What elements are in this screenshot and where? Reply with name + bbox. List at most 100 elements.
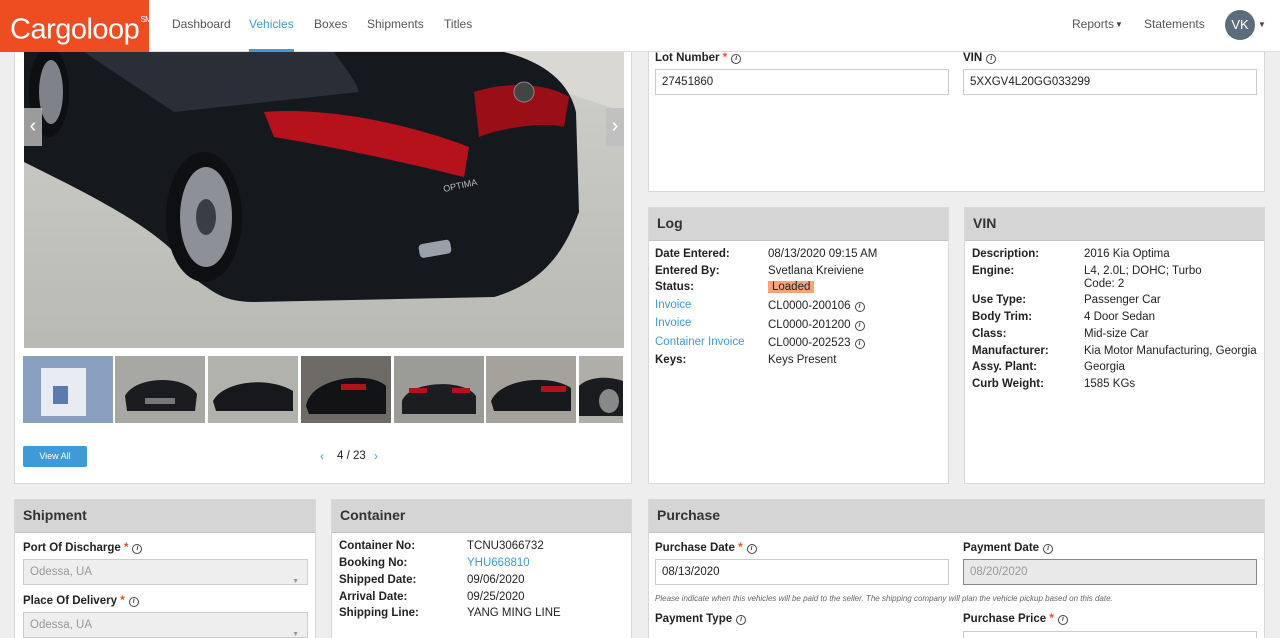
place-of-delivery-select[interactable]: Odessa, UA ▼: [23, 612, 308, 638]
arrival-date-label: Arrival Date:: [339, 591, 408, 603]
booking-no-label: Booking No:: [339, 557, 408, 569]
required-asterisk: *: [123, 542, 129, 554]
lot-number-label: Lot Number * i: [655, 52, 742, 64]
keys-label: Keys:: [655, 354, 687, 366]
container-panel-title: Container: [332, 500, 631, 533]
payment-date-help-text: Please indicate when this vehicles will …: [655, 594, 1113, 603]
reports-caret-icon[interactable]: ▼: [1115, 20, 1123, 29]
photo-thumbnail[interactable]: [394, 356, 484, 423]
shipping-line-label: Shipping Line:: [339, 607, 419, 619]
info-icon[interactable]: i: [854, 339, 865, 349]
cargoloop-logo[interactable]: CargoloopSM: [0, 0, 152, 52]
invoice-value-1: CL0000-200106 i: [768, 300, 865, 312]
invoice-link-1[interactable]: Invoice: [655, 299, 691, 311]
lot-number-input[interactable]: 27451860: [655, 69, 949, 95]
nav-vehicles[interactable]: Vehicles: [249, 0, 294, 52]
info-icon[interactable]: i: [128, 597, 139, 607]
container-no-value: TCNU3066732: [467, 540, 544, 552]
use-type-label: Use Type:: [972, 294, 1027, 306]
brand-name: Cargoloop: [10, 13, 140, 46]
photo-thumbnail[interactable]: [301, 356, 391, 423]
manufacturer-value: Kia Motor Manufacturing, Georgia: [1084, 345, 1257, 357]
nav-statements[interactable]: Statements: [1144, 0, 1205, 52]
purchase-date-input[interactable]: 08/13/2020: [655, 559, 949, 585]
place-of-delivery-label: Place Of Delivery * i: [23, 595, 139, 607]
info-icon[interactable]: i: [986, 54, 997, 64]
booking-no-link[interactable]: YHU668810: [467, 557, 530, 569]
dropdown-caret-icon: ▼: [292, 578, 299, 585]
next-page-chevron-icon[interactable]: ›: [374, 449, 378, 463]
payment-type-label-text: Payment Type: [655, 613, 733, 625]
invoice-link-2[interactable]: Invoice: [655, 317, 691, 329]
user-menu-caret-icon[interactable]: ▼: [1258, 20, 1266, 29]
log-panel-title: Log: [649, 208, 948, 241]
engine-value-line1: L4, 2.0L; DOHC; Turbo: [1084, 265, 1202, 277]
engine-label: Engine:: [972, 265, 1015, 277]
user-avatar[interactable]: VK: [1225, 10, 1255, 40]
purchase-price-input[interactable]: [963, 631, 1257, 638]
nav-titles[interactable]: Titles: [444, 0, 472, 52]
curb-weight-value: 1585 KGs: [1084, 378, 1136, 390]
photo-thumbnail[interactable]: [23, 356, 113, 423]
payment-date-input[interactable]: 08/20/2020: [963, 559, 1257, 585]
shipping-line-value: YANG MING LINE: [467, 607, 561, 619]
shipped-date-label: Shipped Date:: [339, 574, 417, 586]
use-type-value: Passenger Car: [1084, 294, 1161, 306]
curb-weight-label: Curb Weight:: [972, 378, 1044, 390]
container-invoice-value: CL0000-202523 i: [768, 337, 865, 349]
body-trim-value: 4 Door Sedan: [1084, 311, 1155, 323]
photo-thumbnail[interactable]: [579, 356, 623, 423]
vin-panel-title: VIN: [965, 208, 1264, 241]
required-asterisk: *: [1049, 613, 1054, 625]
nav-reports[interactable]: Reports: [1072, 0, 1114, 52]
status-badge: Loaded: [768, 281, 815, 293]
top-navbar: CargoloopSM Dashboard Vehicles Boxes Shi…: [0, 0, 1280, 52]
shipped-date-value: 09/06/2020: [467, 574, 525, 586]
container-invoice-link[interactable]: Container Invoice: [655, 336, 745, 348]
port-of-discharge-select[interactable]: Odessa, UA ▼: [23, 559, 308, 585]
info-icon[interactable]: i: [731, 54, 742, 64]
arrival-date-value: 09/25/2020: [467, 591, 525, 603]
purchase-date-label-text: Purchase Date: [655, 542, 735, 554]
body-trim-label: Body Trim:: [972, 311, 1033, 323]
purchase-panel-title: Purchase: [649, 500, 1264, 533]
nav-boxes[interactable]: Boxes: [314, 0, 347, 52]
info-icon[interactable]: i: [736, 615, 747, 625]
prev-page-chevron-icon[interactable]: ‹: [320, 449, 324, 463]
class-value: Mid-size Car: [1084, 328, 1149, 340]
info-icon[interactable]: i: [854, 302, 865, 312]
vin-label: VIN i: [963, 52, 997, 64]
nav-dashboard[interactable]: Dashboard: [172, 0, 231, 52]
info-icon[interactable]: i: [854, 321, 865, 331]
prev-photo-arrow-icon[interactable]: ‹: [24, 108, 42, 146]
view-all-button[interactable]: View All: [23, 446, 87, 467]
next-photo-arrow-icon[interactable]: ›: [606, 108, 624, 146]
photo-thumbnail[interactable]: [115, 356, 205, 423]
description-label: Description:: [972, 248, 1040, 260]
keys-value: Keys Present: [768, 354, 837, 366]
info-icon[interactable]: i: [132, 544, 143, 554]
vin-input[interactable]: 5XXGV4L20GG033299: [963, 69, 1257, 95]
port-of-discharge-label-text: Port Of Discharge: [23, 542, 121, 554]
info-icon[interactable]: i: [1043, 544, 1054, 554]
entered-by-label: Entered By:: [655, 265, 720, 277]
info-icon[interactable]: i: [1057, 615, 1068, 625]
invoice-number-1: CL0000-200106: [768, 300, 851, 312]
photo-thumbnail[interactable]: [208, 356, 298, 423]
vin-label-text: VIN: [963, 52, 983, 64]
container-invoice-number: CL0000-202523: [768, 337, 851, 349]
description-value: 2016 Kia Optima: [1084, 248, 1170, 260]
info-icon[interactable]: i: [746, 544, 757, 554]
gallery-page-indicator: 4 / 23: [337, 450, 366, 462]
brand-mark: SM: [140, 15, 152, 24]
payment-date-label-text: Payment Date: [963, 542, 1040, 554]
photo-thumbnail[interactable]: [486, 356, 576, 423]
lot-number-label-text: Lot Number: [655, 52, 720, 64]
class-label: Class:: [972, 328, 1007, 340]
nav-shipments[interactable]: Shipments: [367, 0, 424, 52]
port-of-discharge-value: Odessa, UA: [30, 566, 92, 578]
assy-plant-label: Assy. Plant:: [972, 361, 1037, 373]
required-asterisk: *: [738, 542, 743, 554]
purchase-price-label-text: Purchase Price: [963, 613, 1047, 625]
main-vehicle-photo[interactable]: OPTIMA: [24, 52, 624, 348]
